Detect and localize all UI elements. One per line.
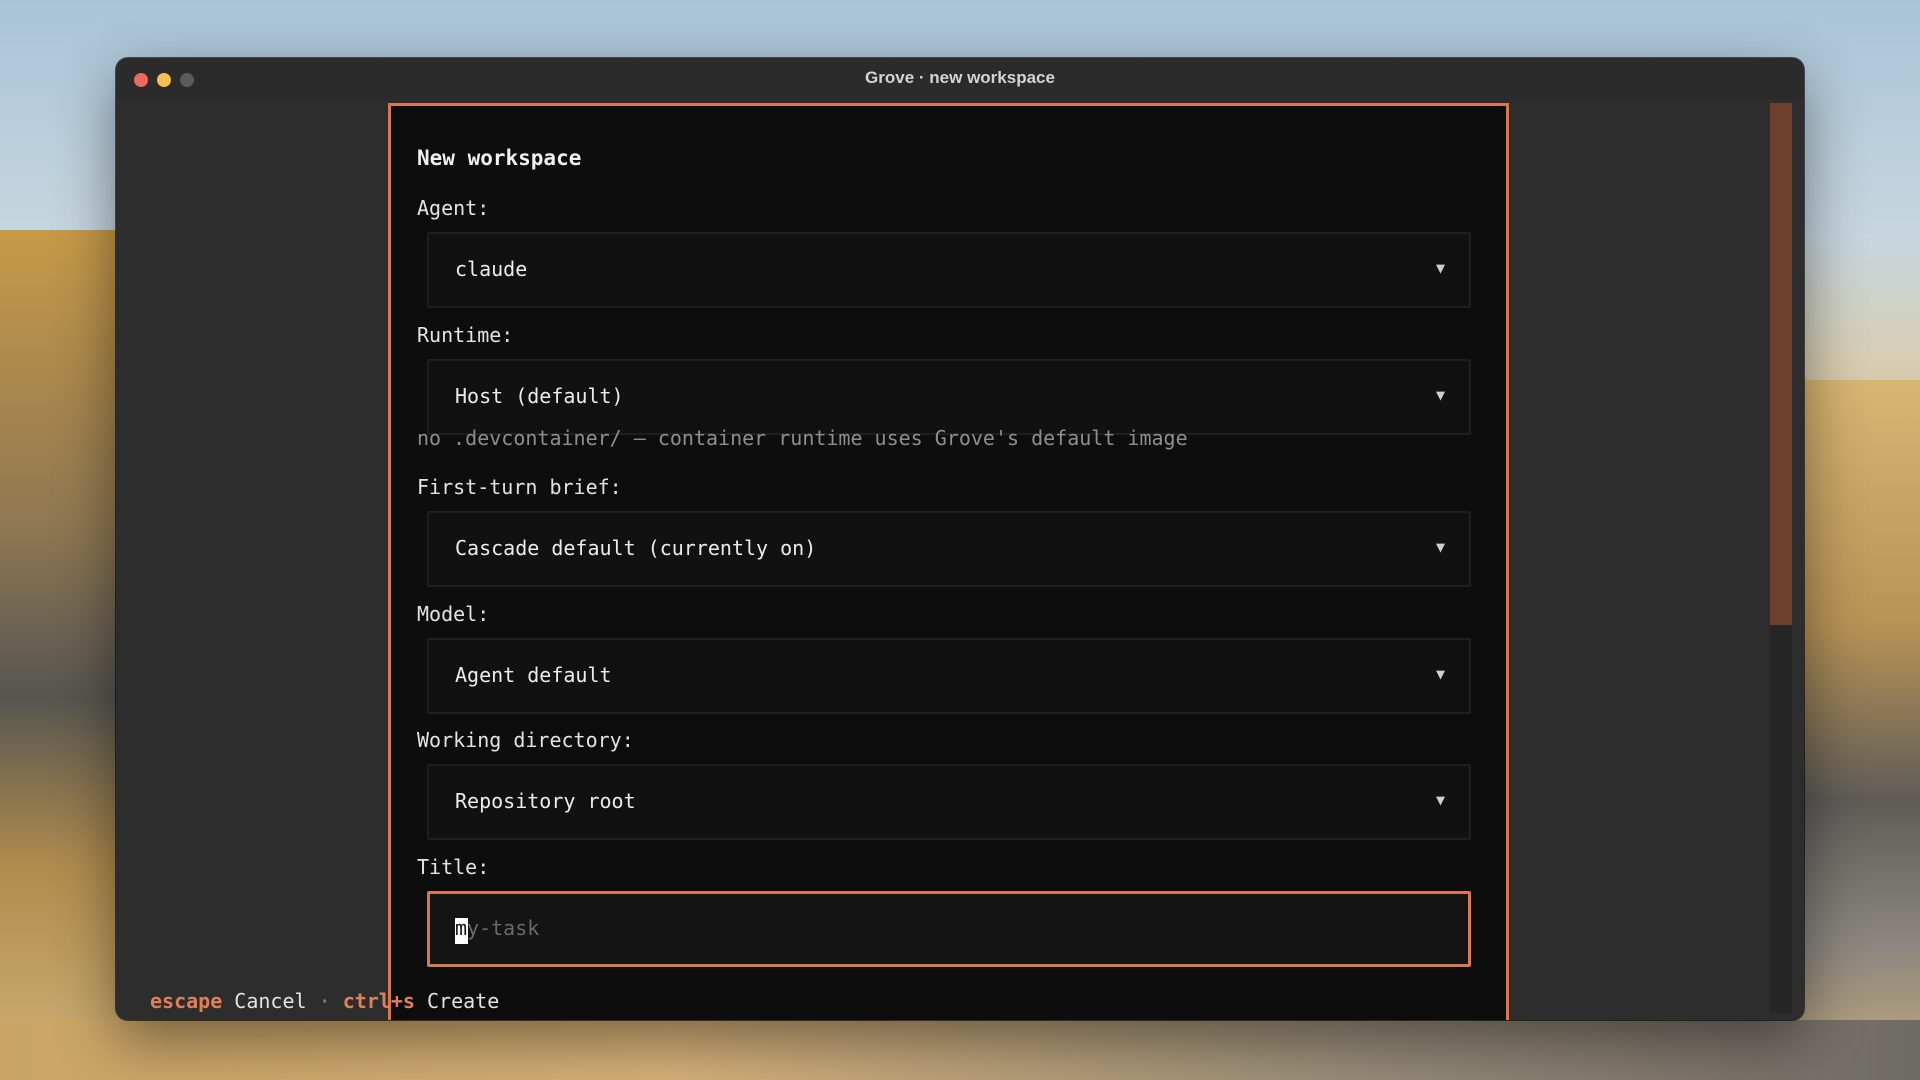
runtime-hint: no .devcontainer/ — container runtime us… xyxy=(417,426,1188,450)
create-action[interactable]: Create xyxy=(427,989,499,1013)
dialog-title: New workspace xyxy=(417,146,582,170)
chevron-down-icon: ▼ xyxy=(1435,386,1445,404)
scrollbar-thumb[interactable] xyxy=(1770,103,1792,625)
working-directory-select-value: Repository root xyxy=(455,789,636,813)
scrollbar[interactable] xyxy=(1770,103,1792,1013)
cancel-action[interactable]: Cancel xyxy=(234,989,306,1013)
chevron-down-icon: ▼ xyxy=(1435,791,1445,809)
model-label: Model: xyxy=(417,602,490,626)
chevron-down-icon: ▼ xyxy=(1435,259,1445,277)
working-directory-label: Working directory: xyxy=(417,728,634,752)
first-turn-brief-select[interactable]: Cascade default (currently on) ▼ xyxy=(427,511,1471,587)
agent-select[interactable]: claude ▼ xyxy=(427,232,1471,308)
working-directory-select[interactable]: Repository root ▼ xyxy=(427,764,1471,840)
title-input-placeholder: my-task xyxy=(455,916,539,940)
desktop-wallpaper-right xyxy=(1790,380,1920,1080)
terminal-window: Grove · new workspace New workspace Agen… xyxy=(116,58,1804,1020)
placeholder-rest: y-task xyxy=(467,916,540,940)
keybinding-footer: escape Cancel · ctrl+s Create xyxy=(150,989,499,1013)
runtime-select[interactable]: Host (default) ▼ xyxy=(427,359,1471,435)
footer-separator: · xyxy=(318,989,331,1013)
model-select[interactable]: Agent default ▼ xyxy=(427,638,1471,714)
title-label: Title: xyxy=(417,855,490,879)
chevron-down-icon: ▼ xyxy=(1435,665,1445,683)
window-title: Grove · new workspace xyxy=(865,68,1055,87)
create-key[interactable]: ctrl+s xyxy=(343,989,415,1013)
agent-label: Agent: xyxy=(417,196,490,220)
desktop-wallpaper-bottom xyxy=(0,1020,1920,1080)
runtime-label: Runtime: xyxy=(417,323,514,347)
model-select-value: Agent default xyxy=(455,663,612,687)
title-input[interactable]: my-task xyxy=(427,891,1471,967)
window-titlebar[interactable]: Grove · new workspace xyxy=(116,58,1804,100)
new-workspace-dialog: New workspace Agent: claude ▼ Runtime: H… xyxy=(388,103,1509,1020)
cancel-key[interactable]: escape xyxy=(150,989,222,1013)
chevron-down-icon: ▼ xyxy=(1435,538,1445,556)
runtime-select-value: Host (default) xyxy=(455,384,624,408)
first-turn-brief-label: First-turn brief: xyxy=(417,475,622,499)
first-turn-brief-select-value: Cascade default (currently on) xyxy=(455,536,817,560)
agent-select-value: claude xyxy=(455,257,528,281)
placeholder-first-char: m xyxy=(455,916,468,940)
